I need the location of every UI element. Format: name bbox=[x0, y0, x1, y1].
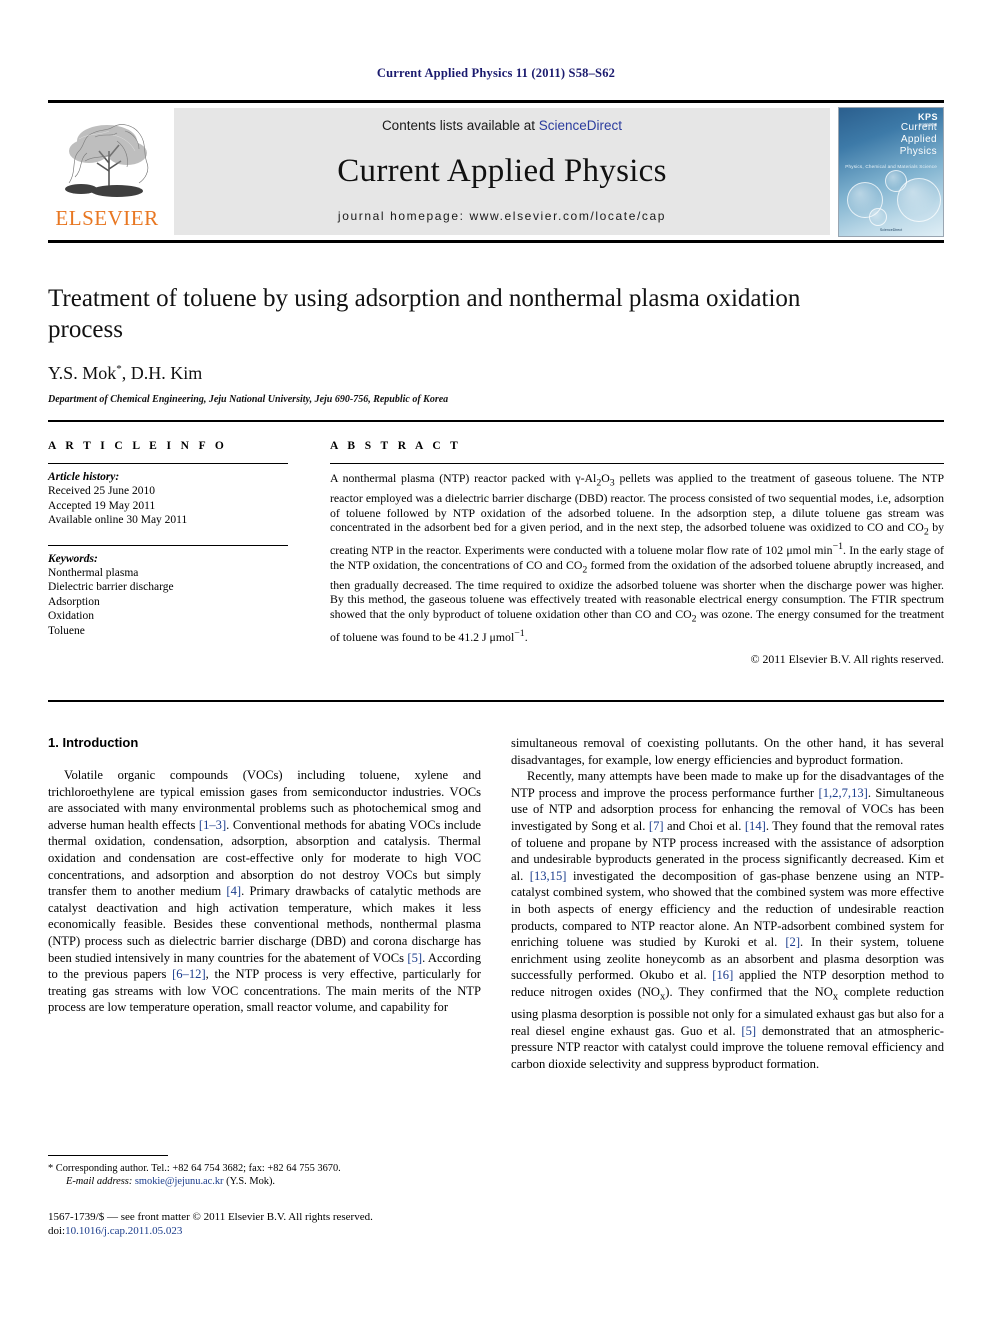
keyword-item: Oxidation bbox=[48, 610, 94, 622]
elsevier-wordmark: ELSEVIER bbox=[55, 206, 159, 230]
cover-footer: ScienceDirect bbox=[879, 227, 903, 232]
abstract-rule bbox=[330, 463, 944, 464]
email-attribution: (Y.S. Mok). bbox=[223, 1176, 276, 1187]
abstract-column: A B S T R A C T A nonthermal plasma (NTP… bbox=[330, 440, 944, 667]
citation-link[interactable]: [1–3] bbox=[199, 818, 226, 832]
keywords-heading: Keywords: bbox=[48, 552, 98, 565]
page-footer: 1567-1739/$ — see front matter © 2011 El… bbox=[48, 1210, 608, 1238]
cover-subtitle: Physics, Chemical and Materials Science bbox=[845, 163, 937, 169]
cover-title: Current Applied Physics bbox=[899, 121, 937, 157]
abstract-seg: A nonthermal plasma (NTP) reactor packed… bbox=[330, 471, 576, 485]
journal-banner: ELSEVIER Contents lists available at Sci… bbox=[48, 100, 944, 243]
sup-minus-1: −1 bbox=[832, 541, 844, 553]
footnote-rule bbox=[48, 1155, 168, 1156]
banner-center: Contents lists available at ScienceDirec… bbox=[174, 108, 830, 235]
citation-link[interactable]: [5] bbox=[741, 1024, 756, 1038]
author-primary: Y.S. Mok bbox=[48, 363, 117, 383]
citation-link[interactable]: [4] bbox=[226, 884, 241, 898]
running-head: Current Applied Physics 11 (2011) S58–S6… bbox=[376, 66, 616, 80]
body-columns: 1. Introduction Volatile organic compoun… bbox=[48, 735, 944, 1072]
journal-homepage-link[interactable]: journal homepage: www.elsevier.com/locat… bbox=[338, 209, 666, 223]
article-info-column: A R T I C L E I N F O Article history: R… bbox=[48, 440, 288, 667]
abstract-text: A nonthermal plasma (NTP) reactor packed… bbox=[330, 471, 944, 644]
citation-link[interactable]: [5] bbox=[407, 951, 422, 965]
body-column-right: simultaneous removal of coexisting pollu… bbox=[511, 735, 944, 1072]
keyword-item: Toluene bbox=[48, 624, 85, 637]
intro-paragraph-left: Volatile organic compounds (VOCs) includ… bbox=[48, 767, 481, 1016]
keyword-item: Nonthermal plasma bbox=[48, 566, 139, 579]
citation-link[interactable]: [2] bbox=[785, 935, 800, 949]
issn-copyright-line: 1567-1739/$ — see front matter © 2011 El… bbox=[48, 1211, 373, 1223]
intro-paragraph-right-1: simultaneous removal of coexisting pollu… bbox=[511, 735, 944, 768]
info-abstract-region: A R T I C L E I N F O Article history: R… bbox=[48, 440, 944, 667]
corresponding-author-note: * Corresponding author. Tel.: +82 64 754… bbox=[48, 1162, 481, 1175]
citation-link[interactable]: [16] bbox=[712, 968, 733, 982]
doi-label: doi: bbox=[48, 1225, 66, 1237]
elsevier-logo: ELSEVIER bbox=[48, 108, 166, 235]
abstract-label: A B S T R A C T bbox=[330, 440, 462, 452]
footnote-block: * Corresponding author. Tel.: +82 64 754… bbox=[48, 1155, 481, 1188]
citation-link[interactable]: [6–12] bbox=[172, 967, 206, 981]
email-label: E-mail address: bbox=[66, 1176, 133, 1187]
article-history-accepted: Accepted 19 May 2011 bbox=[48, 499, 156, 512]
article-history-online: Available online 30 May 2011 bbox=[48, 514, 188, 526]
email-note: E-mail address: smokie@jejunu.ac.kr (Y.S… bbox=[48, 1175, 481, 1188]
elsevier-tree-icon bbox=[55, 111, 159, 207]
sub-2: 2 bbox=[596, 477, 602, 489]
doi-line: doi:10.1016/j.cap.2011.05.023 bbox=[48, 1224, 608, 1238]
contents-available-line: Contents lists available at ScienceDirec… bbox=[382, 118, 622, 133]
keyword-item: Adsorption bbox=[48, 595, 100, 608]
author-secondary: , D.H. Kim bbox=[121, 363, 203, 383]
author-list: Y.S. Mok*, D.H. Kim bbox=[48, 363, 944, 384]
keyword-item: Dielectric barrier discharge bbox=[48, 581, 174, 593]
article-info-label: A R T I C L E I N F O bbox=[48, 440, 228, 452]
affiliation: Department of Chemical Engineering, Jeju… bbox=[48, 394, 449, 405]
body-column-left: 1. Introduction Volatile organic compoun… bbox=[48, 735, 481, 1072]
section-heading-introduction: 1. Introduction bbox=[48, 735, 139, 750]
doi-link[interactable]: 10.1016/j.cap.2011.05.023 bbox=[65, 1225, 182, 1237]
keywords-rule bbox=[48, 544, 288, 546]
citation-link[interactable]: [7] bbox=[649, 819, 664, 833]
citation-link[interactable]: [1,2,7,13] bbox=[819, 786, 868, 800]
cover-bubble bbox=[869, 207, 887, 226]
page-title: Treatment of toluene by using adsorption… bbox=[48, 285, 801, 343]
abstract-bottom-rule bbox=[48, 700, 944, 702]
email-link[interactable]: smokie@jejunu.ac.kr bbox=[135, 1176, 224, 1187]
citation-link[interactable]: [13,15] bbox=[530, 869, 567, 883]
citation-link[interactable]: [14] bbox=[745, 819, 766, 833]
journal-cover-thumbnail[interactable]: KPS 한국물리학회 Current Applied Physics Physi… bbox=[838, 106, 944, 237]
abstract-formula-alumina: γ-Al bbox=[575, 471, 597, 485]
journal-title: Current Applied Physics bbox=[337, 152, 667, 189]
sciencedirect-link[interactable]: ScienceDirect bbox=[539, 118, 622, 133]
contents-prefix: Contents lists available at bbox=[381, 118, 539, 133]
para-seg: ). They confirmed that the NO bbox=[665, 984, 833, 999]
article-info-rule bbox=[48, 463, 288, 464]
title-block: Treatment of toluene by using adsorption… bbox=[48, 283, 944, 405]
intro-paragraph-right-2: Recently, many attempts have been made t… bbox=[511, 768, 944, 1072]
footnote-text: Corresponding author. Tel.: +82 64 754 3… bbox=[53, 1163, 341, 1174]
cover-bubble bbox=[897, 177, 941, 222]
article-history-heading: Article history: bbox=[48, 471, 120, 483]
info-top-rule bbox=[48, 420, 944, 422]
article-history-received: Received 25 June 2010 bbox=[48, 485, 155, 497]
sup-minus-1: −1 bbox=[514, 627, 525, 639]
abstract-copyright: © 2011 Elsevier B.V. All rights reserved… bbox=[750, 652, 944, 667]
article-page: Current Applied Physics 11 (2011) S58–S6… bbox=[0, 0, 992, 1323]
para-seg: and Choi et al. bbox=[663, 818, 745, 833]
para-seg: simultaneous removal of coexisting pollu… bbox=[511, 736, 944, 767]
abstract-seg: . bbox=[524, 629, 528, 644]
